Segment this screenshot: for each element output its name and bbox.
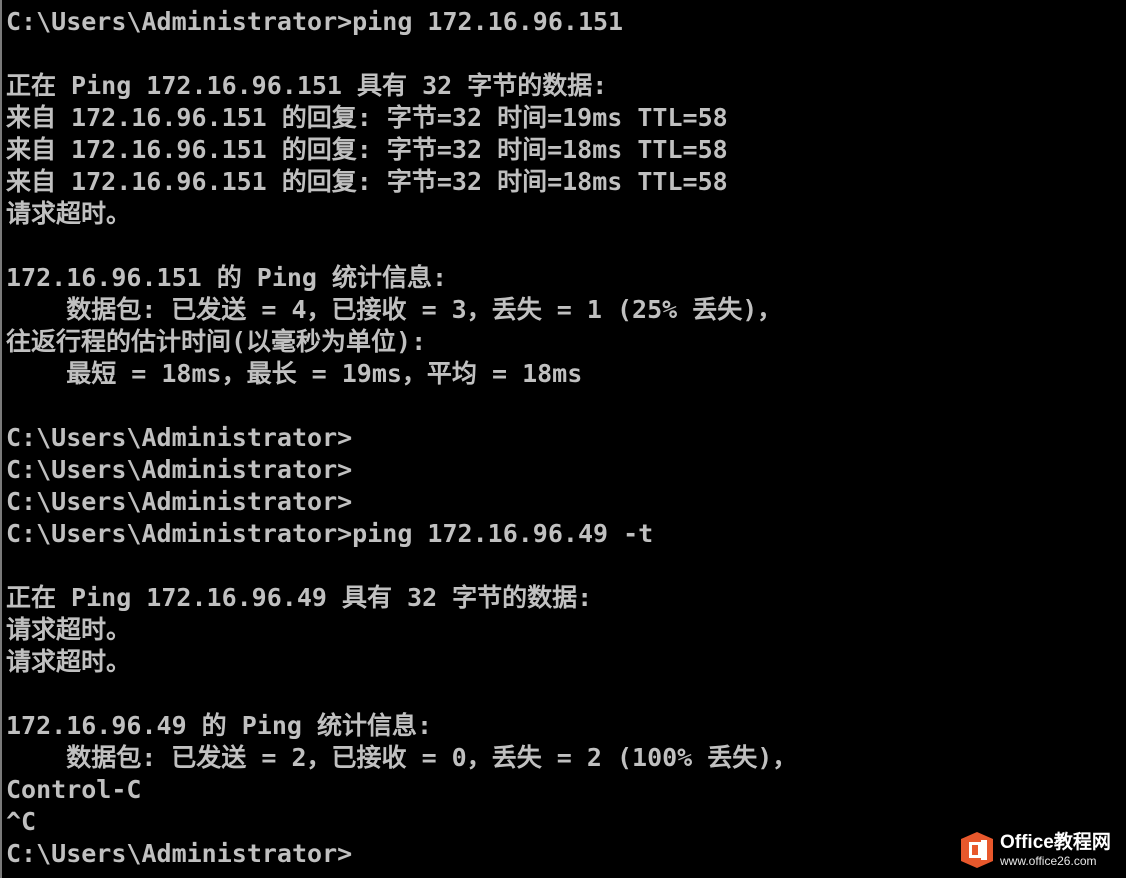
watermark-text: Office教程网 www.office26.com xyxy=(1000,833,1111,867)
console-line: 请求超时。 xyxy=(6,615,132,644)
console-line: 正在 Ping 172.16.96.151 具有 32 字节的数据: xyxy=(6,71,608,100)
window-left-border xyxy=(0,0,2,878)
console-line: 数据包: 已发送 = 2，已接收 = 0，丢失 = 2 (100% 丢失)， xyxy=(6,743,798,772)
console-line: 请求超时。 xyxy=(6,647,132,676)
console-output: C:\Users\Administrator>ping 172.16.96.15… xyxy=(6,6,797,870)
console-line: ^C xyxy=(6,807,37,836)
console-line: 往返行程的估计时间(以毫秒为单位): xyxy=(6,327,427,356)
console-line: 最短 = 18ms，最长 = 19ms，平均 = 18ms xyxy=(6,359,583,388)
console-line: 正在 Ping 172.16.96.49 具有 32 字节的数据: xyxy=(6,583,593,612)
console-line: Control-C xyxy=(6,775,142,804)
console-line: C:\Users\Administrator> xyxy=(6,423,353,452)
console-window[interactable]: C:\Users\Administrator>ping 172.16.96.15… xyxy=(0,0,1126,878)
watermark-title: Office教程网 xyxy=(1000,832,1111,853)
console-line: C:\Users\Administrator> xyxy=(6,487,353,516)
console-line: 172.16.96.151 的 Ping 统计信息: xyxy=(6,263,448,292)
console-line: 数据包: 已发送 = 4，已接收 = 3，丢失 = 1 (25% 丢失)， xyxy=(6,295,783,324)
console-line: 172.16.96.49 的 Ping 统计信息: xyxy=(6,711,433,740)
console-line: 来自 172.16.96.151 的回复: 字节=32 时间=19ms TTL=… xyxy=(6,103,728,132)
watermark-url: www.office26.com xyxy=(1000,854,1097,868)
console-line: 来自 172.16.96.151 的回复: 字节=32 时间=18ms TTL=… xyxy=(6,167,728,196)
console-line: 请求超时。 xyxy=(6,199,132,228)
office-logo-icon xyxy=(961,832,993,868)
console-line: C:\Users\Administrator>ping 172.16.96.15… xyxy=(6,7,624,36)
watermark: Office教程网 www.office26.com xyxy=(960,828,1120,872)
console-line: C:\Users\Administrator>ping 172.16.96.49… xyxy=(6,519,654,548)
console-line: 来自 172.16.96.151 的回复: 字节=32 时间=18ms TTL=… xyxy=(6,135,728,164)
console-prompt-line[interactable]: C:\Users\Administrator> xyxy=(6,838,797,870)
console-line: C:\Users\Administrator> xyxy=(6,455,353,484)
